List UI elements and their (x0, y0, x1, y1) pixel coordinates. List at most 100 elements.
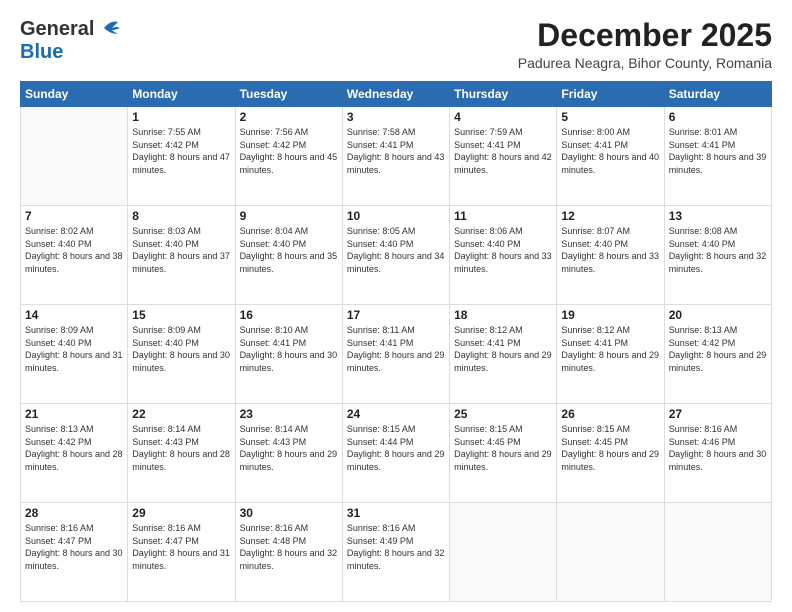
calendar-day-cell: 3 Sunrise: 7:58 AMSunset: 4:41 PMDaylight… (342, 107, 449, 206)
sunrise-text: Sunrise: 8:09 AM (132, 324, 230, 337)
calendar-day-cell: 30 Sunrise: 8:16 AMSunset: 4:48 PMDayligh… (235, 503, 342, 602)
day-info: Sunrise: 8:01 AMSunset: 4:41 PMDaylight:… (669, 126, 767, 176)
sunrise-text: Sunrise: 8:04 AM (240, 225, 338, 238)
day-info: Sunrise: 8:15 AMSunset: 4:45 PMDaylight:… (561, 423, 659, 473)
calendar-week-row: 28Sunrise: 8:16 AMSunset: 4:47 PMDayligh… (21, 503, 772, 602)
daylight-text: Daylight: 8 hours and 47 minutes. (132, 151, 230, 176)
calendar-day-cell: 9Sunrise: 8:04 AMSunset: 4:40 PMDaylight… (235, 206, 342, 305)
calendar-day-cell: 12Sunrise: 8:07 AMSunset: 4:40 PMDayligh… (557, 206, 664, 305)
day-info: Sunrise: 8:16 AMSunset: 4:48 PMDaylight:… (240, 522, 338, 572)
day-info: Sunrise: 8:14 AMSunset: 4:43 PMDaylight:… (132, 423, 230, 473)
day-info: Sunrise: 8:04 AMSunset: 4:40 PMDaylight:… (240, 225, 338, 275)
sunrise-text: Sunrise: 7:58 AM (347, 126, 445, 139)
day-info: Sunrise: 8:05 AMSunset: 4:40 PMDaylight:… (347, 225, 445, 275)
sunrise-text: Sunrise: 7:56 AM (240, 126, 338, 139)
sunrise-text: Sunrise: 8:16 AM (669, 423, 767, 436)
calendar-week-row: 7Sunrise: 8:02 AMSunset: 4:40 PMDaylight… (21, 206, 772, 305)
daylight-text: Daylight: 8 hours and 45 minutes. (240, 151, 338, 176)
calendar-day-cell: 20Sunrise: 8:13 AMSunset: 4:42 PMDayligh… (664, 305, 771, 404)
sunrise-text: Sunrise: 8:15 AM (561, 423, 659, 436)
daylight-text: Daylight: 8 hours and 29 minutes. (454, 448, 552, 473)
calendar-week-row: 21 Sunrise: 8:13 AMSunset: 4:42 PMDayligh… (21, 404, 772, 503)
daylight-text: Daylight: 8 hours and 34 minutes. (347, 250, 445, 275)
daylight-text: Daylight: 8 hours and 33 minutes. (454, 250, 552, 275)
sunrise-text: Sunrise: 8:09 AM (25, 324, 123, 337)
month-year-title: December 2025 (518, 18, 772, 53)
logo-bird-icon (96, 18, 122, 38)
daylight-text: Daylight: 8 hours and 29 minutes. (347, 349, 445, 374)
daylight-text: Daylight: 8 hours and 31 minutes. (132, 547, 230, 572)
sunset-text: Sunset: 4:40 PM (347, 238, 445, 251)
day-number: 2 (240, 110, 338, 124)
day-number: 29 (132, 506, 230, 520)
sunrise-text: Sunrise: 8:05 AM (347, 225, 445, 238)
daylight-text: Daylight: 8 hours and 29 minutes. (347, 448, 445, 473)
day-info: Sunrise: 8:08 AMSunset: 4:40 PMDaylight:… (669, 225, 767, 275)
calendar-week-row: 1Sunrise: 7:55 AMSunset: 4:42 PMDaylight… (21, 107, 772, 206)
calendar-day-cell: 4Sunrise: 7:59 AMSunset: 4:41 PMDaylight… (450, 107, 557, 206)
day-number: 28 (25, 506, 123, 520)
sunset-text: Sunset: 4:45 PM (561, 436, 659, 449)
sunrise-text: Sunrise: 8:01 AM (669, 126, 767, 139)
day-info: Sunrise: 7:56 AMSunset: 4:42 PMDaylight:… (240, 126, 338, 176)
day-number: 17 (347, 308, 445, 322)
sunset-text: Sunset: 4:41 PM (454, 139, 552, 152)
col-saturday: Saturday (664, 82, 771, 107)
day-info: Sunrise: 8:10 AMSunset: 4:41 PMDaylight:… (240, 324, 338, 374)
location-subtitle: Padurea Neagra, Bihor County, Romania (518, 55, 772, 71)
sunset-text: Sunset: 4:41 PM (561, 337, 659, 350)
sunset-text: Sunset: 4:41 PM (240, 337, 338, 350)
sunset-text: Sunset: 4:42 PM (25, 436, 123, 449)
day-info: Sunrise: 8:02 AMSunset: 4:40 PMDaylight:… (25, 225, 123, 275)
sunrise-text: Sunrise: 8:13 AM (669, 324, 767, 337)
calendar-table: Sunday Monday Tuesday Wednesday Thursday… (20, 81, 772, 602)
calendar-day-cell: 14Sunrise: 8:09 AMSunset: 4:40 PMDayligh… (21, 305, 128, 404)
calendar-day-cell (450, 503, 557, 602)
day-number: 24 (347, 407, 445, 421)
day-number: 21 (25, 407, 123, 421)
col-sunday: Sunday (21, 82, 128, 107)
sunrise-text: Sunrise: 8:10 AM (240, 324, 338, 337)
logo: General Blue (20, 18, 122, 64)
col-wednesday: Wednesday (342, 82, 449, 107)
daylight-text: Daylight: 8 hours and 29 minutes. (669, 349, 767, 374)
sunset-text: Sunset: 4:40 PM (561, 238, 659, 251)
daylight-text: Daylight: 8 hours and 28 minutes. (25, 448, 123, 473)
day-info: Sunrise: 8:13 AMSunset: 4:42 PMDaylight:… (25, 423, 123, 473)
sunrise-text: Sunrise: 7:55 AM (132, 126, 230, 139)
sunrise-text: Sunrise: 8:06 AM (454, 225, 552, 238)
calendar-day-cell: 8Sunrise: 8:03 AMSunset: 4:40 PMDaylight… (128, 206, 235, 305)
sunset-text: Sunset: 4:41 PM (347, 139, 445, 152)
day-info: Sunrise: 8:09 AMSunset: 4:40 PMDaylight:… (132, 324, 230, 374)
day-info: Sunrise: 7:58 AMSunset: 4:41 PMDaylight:… (347, 126, 445, 176)
calendar-day-cell: 7Sunrise: 8:02 AMSunset: 4:40 PMDaylight… (21, 206, 128, 305)
day-number: 30 (240, 506, 338, 520)
sunset-text: Sunset: 4:42 PM (240, 139, 338, 152)
sunset-text: Sunset: 4:47 PM (132, 535, 230, 548)
sunrise-text: Sunrise: 8:12 AM (561, 324, 659, 337)
daylight-text: Daylight: 8 hours and 30 minutes. (240, 349, 338, 374)
day-info: Sunrise: 8:06 AMSunset: 4:40 PMDaylight:… (454, 225, 552, 275)
day-number: 20 (669, 308, 767, 322)
day-number: 31 (347, 506, 445, 520)
calendar-day-cell: 31Sunrise: 8:16 AMSunset: 4:49 PMDayligh… (342, 503, 449, 602)
day-number: 3 (347, 110, 445, 124)
day-number: 27 (669, 407, 767, 421)
sunset-text: Sunset: 4:40 PM (240, 238, 338, 251)
calendar-day-cell: 29Sunrise: 8:16 AMSunset: 4:47 PMDayligh… (128, 503, 235, 602)
daylight-text: Daylight: 8 hours and 40 minutes. (561, 151, 659, 176)
sunset-text: Sunset: 4:49 PM (347, 535, 445, 548)
sunrise-text: Sunrise: 8:11 AM (347, 324, 445, 337)
day-number: 25 (454, 407, 552, 421)
calendar-day-cell: 25Sunrise: 8:15 AMSunset: 4:45 PMDayligh… (450, 404, 557, 503)
day-info: Sunrise: 7:55 AMSunset: 4:42 PMDaylight:… (132, 126, 230, 176)
sunset-text: Sunset: 4:40 PM (25, 238, 123, 251)
sunrise-text: Sunrise: 8:07 AM (561, 225, 659, 238)
day-number: 19 (561, 308, 659, 322)
sunset-text: Sunset: 4:46 PM (669, 436, 767, 449)
calendar-day-cell: 23Sunrise: 8:14 AMSunset: 4:43 PMDayligh… (235, 404, 342, 503)
sunset-text: Sunset: 4:41 PM (454, 337, 552, 350)
calendar-day-cell: 5Sunrise: 8:00 AMSunset: 4:41 PMDaylight… (557, 107, 664, 206)
daylight-text: Daylight: 8 hours and 32 minutes. (347, 547, 445, 572)
calendar-day-cell: 27Sunrise: 8:16 AMSunset: 4:46 PMDayligh… (664, 404, 771, 503)
